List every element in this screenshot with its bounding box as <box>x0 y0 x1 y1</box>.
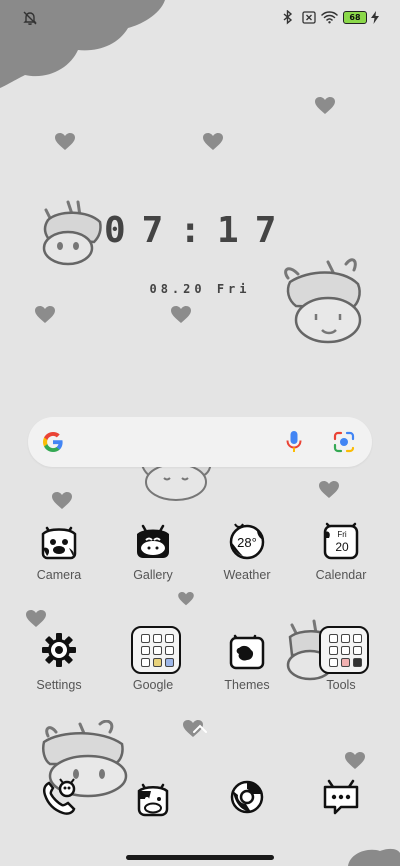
app-settings[interactable]: Settings <box>11 630 107 716</box>
folder-app-icon <box>141 658 150 667</box>
folder-app-icon <box>153 646 162 655</box>
folder-app-icon <box>165 658 174 667</box>
app-weather[interactable]: 28° Weather <box>199 520 295 606</box>
microphone-icon[interactable] <box>285 430 303 454</box>
app-label: Weather <box>223 568 271 582</box>
date-label: 08.20 Fri <box>149 282 251 296</box>
browser-icon[interactable] <box>227 777 267 817</box>
wallpaper-cloud-bottom <box>348 848 400 866</box>
folder-icon <box>319 626 369 674</box>
google-search-bar[interactable] <box>28 417 372 467</box>
folder-app-icon <box>153 658 162 667</box>
folder-app-icon <box>353 646 362 655</box>
app-label: Themes <box>224 678 270 692</box>
folder-google[interactable]: Google <box>105 626 201 716</box>
app-label: Google <box>132 678 174 692</box>
app-label: Camera <box>36 568 82 582</box>
lens-camera-icon[interactable] <box>333 431 355 453</box>
app-label: Gallery <box>133 568 173 582</box>
folder-app-icon <box>341 646 350 655</box>
folder-app-icon <box>165 634 174 643</box>
folder-app-icon <box>341 658 350 667</box>
themes-icon <box>229 634 265 670</box>
app-label: Calendar <box>315 568 367 582</box>
app-label: Settings <box>36 678 82 692</box>
folder-app-icon <box>353 658 362 667</box>
phone-icon[interactable] <box>39 777 79 817</box>
cow-gallery-icon <box>137 524 169 558</box>
folder-app-icon <box>165 646 174 655</box>
wifi-icon <box>321 11 338 24</box>
folder-app-icon <box>341 634 350 643</box>
messages-icon[interactable] <box>321 777 361 817</box>
chevron-up-icon[interactable] <box>193 724 207 733</box>
bluetooth-icon <box>283 10 293 25</box>
weather-icon: 28° <box>229 523 265 560</box>
app-label: Tools <box>326 678 356 692</box>
google-logo-icon <box>43 432 63 452</box>
battery-icon: 68 <box>343 11 367 24</box>
calendar-icon: Fri 20 <box>323 522 359 560</box>
alarm-off-icon <box>23 11 37 25</box>
app-gallery[interactable]: Gallery <box>105 520 201 606</box>
dock <box>0 775 400 819</box>
heart-decoration <box>203 133 223 150</box>
heart-decoration <box>315 97 335 114</box>
folder-app-icon <box>329 646 338 655</box>
no-sim-icon <box>302 11 316 24</box>
gear-icon <box>42 633 76 667</box>
cow-camera-icon <box>41 526 77 560</box>
folder-app-icon <box>141 634 150 643</box>
folder-app-icon <box>153 634 162 643</box>
charging-bolt-icon <box>371 11 379 24</box>
folder-icon <box>131 626 181 674</box>
heart-decoration <box>52 492 72 509</box>
folder-tools[interactable]: Tools <box>293 626 389 716</box>
app-calendar[interactable]: Fri 20 Calendar <box>293 520 389 606</box>
heart-decoration <box>345 752 365 769</box>
folder-app-icon <box>353 634 362 643</box>
heart-decoration <box>319 481 339 498</box>
status-bar: 68 <box>0 0 400 36</box>
heart-decoration <box>26 610 46 627</box>
folder-app-icon <box>141 646 150 655</box>
weather-temp: 28° <box>237 535 257 550</box>
calendar-day: Fri <box>337 530 347 539</box>
cow-face-icon[interactable] <box>133 777 173 817</box>
heart-decoration <box>55 133 75 150</box>
heart-decoration <box>35 306 55 323</box>
calendar-date: 20 <box>335 540 349 554</box>
folder-app-icon <box>329 634 338 643</box>
app-themes[interactable]: Themes <box>199 630 295 716</box>
cow-drawing <box>284 258 362 344</box>
app-camera[interactable]: Camera <box>11 520 107 606</box>
clock-widget[interactable]: 07:17 <box>104 210 304 260</box>
gesture-navigation-bar[interactable] <box>126 855 274 860</box>
folder-app-icon <box>329 658 338 667</box>
heart-decoration <box>171 306 191 323</box>
cow-drawing <box>42 200 102 266</box>
